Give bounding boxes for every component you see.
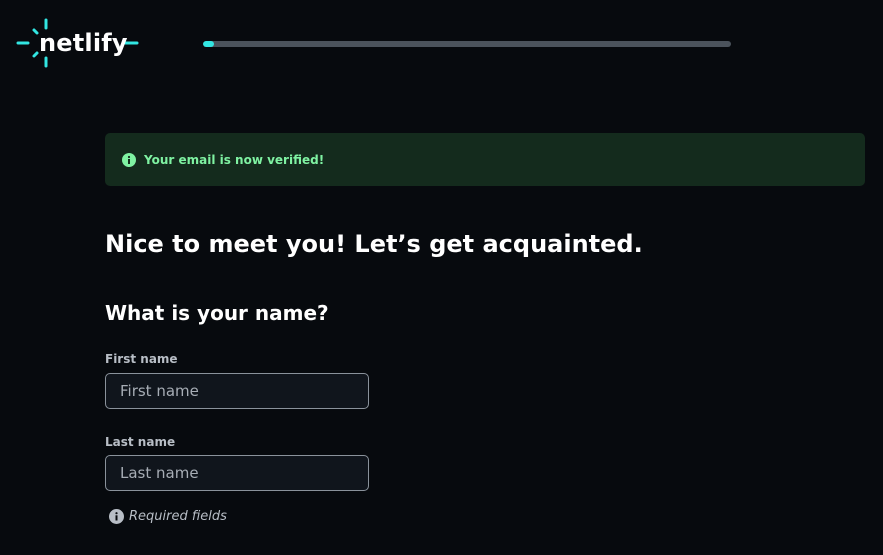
required-fields-note: Required fields bbox=[109, 509, 227, 524]
page-title: Nice to meet you! Let’s get acquainted. bbox=[105, 230, 643, 258]
info-icon bbox=[122, 152, 136, 167]
onboarding-progress-bar bbox=[203, 41, 731, 47]
first-name-input[interactable] bbox=[105, 373, 369, 409]
last-name-label: Last name bbox=[105, 435, 176, 449]
email-verified-banner: Your email is now verified! bbox=[105, 133, 865, 186]
required-fields-text: Required fields bbox=[129, 509, 227, 524]
last-name-input[interactable] bbox=[105, 455, 369, 491]
logo-wordmark: netlify bbox=[39, 29, 128, 57]
section-title: What is your name? bbox=[105, 301, 329, 325]
progress-fill bbox=[203, 41, 214, 47]
first-name-label: First name bbox=[105, 352, 178, 366]
banner-message: Your email is now verified! bbox=[144, 152, 325, 167]
info-icon bbox=[109, 509, 124, 524]
netlify-logo[interactable]: netlify bbox=[16, 18, 140, 68]
onboarding-page: netlify Your email is now verified! Nice… bbox=[0, 0, 883, 555]
